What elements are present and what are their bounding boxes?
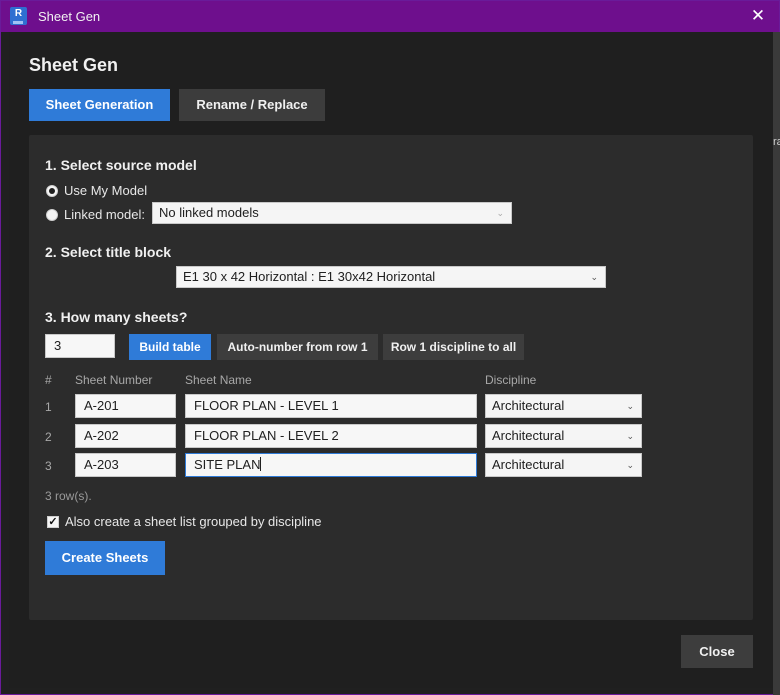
sheet-name-value: SITE PLAN	[194, 457, 261, 472]
discipline-select[interactable]: Architectural ⌄	[485, 424, 642, 448]
sheet-count-input[interactable]: 3	[45, 334, 115, 358]
sheet-name-input-focused[interactable]: SITE PLAN	[185, 453, 477, 477]
column-header-discipline: Discipline	[485, 373, 537, 387]
sheet-number-input[interactable]: A-201	[75, 394, 176, 418]
discipline-select-value: Architectural	[492, 457, 565, 472]
page-title: Sheet Gen	[29, 55, 119, 75]
row-count-label: 3 row(s).	[45, 489, 92, 503]
radio-linked-model[interactable]: Linked model:	[46, 207, 145, 222]
background-edge-text: ra	[773, 136, 780, 148]
column-header-num: #	[45, 373, 52, 387]
close-icon[interactable]: ✕	[749, 7, 767, 25]
create-sheets-button[interactable]: Create Sheets	[45, 541, 165, 575]
section-title-block-title: 2. Select title block	[45, 244, 172, 260]
row-number: 1	[45, 400, 52, 414]
radio-use-my-model[interactable]: Use My Model	[46, 183, 147, 198]
app-icon-underline	[13, 21, 23, 24]
chevron-down-icon: ⌄	[496, 208, 504, 218]
column-header-sheet-number: Sheet Number	[75, 373, 153, 387]
chevron-down-icon: ⌄	[626, 460, 634, 470]
title-block-select[interactable]: E1 30 x 42 Horizontal : E1 30x42 Horizon…	[176, 266, 606, 288]
window-title: Sheet Gen	[38, 9, 101, 24]
chevron-down-icon: ⌄	[590, 272, 598, 282]
chevron-down-icon: ⌄	[626, 431, 634, 441]
background-window-edge: ra	[773, 32, 780, 695]
radio-use-my-model-label: Use My Model	[64, 183, 148, 198]
sheet-number-input[interactable]: A-202	[75, 424, 176, 448]
radio-linked-model-label: Linked model:	[64, 207, 145, 222]
discipline-to-all-button[interactable]: Row 1 discipline to all	[383, 334, 524, 360]
sheet-name-input[interactable]: FLOOR PLAN - LEVEL 1	[185, 394, 477, 418]
row-number: 3	[45, 459, 52, 473]
revit-app-icon: R	[10, 7, 27, 25]
column-header-sheet-name: Sheet Name	[185, 373, 252, 387]
discipline-select-value: Architectural	[492, 428, 565, 443]
sheet-number-input[interactable]: A-203	[75, 453, 176, 477]
checkmark-icon[interactable]: ✓	[47, 515, 59, 528]
close-button[interactable]: Close	[681, 635, 753, 668]
title-block-select-value: E1 30 x 42 Horizontal : E1 30x42 Horizon…	[183, 269, 436, 284]
linked-model-select[interactable]: No linked models ⌄	[152, 202, 512, 224]
sheet-name-input[interactable]: FLOOR PLAN - LEVEL 2	[185, 424, 477, 448]
build-table-button[interactable]: Build table	[129, 334, 211, 360]
app-icon-letter: R	[14, 8, 23, 19]
sheet-list-option[interactable]: ✓ Also create a sheet list grouped by di…	[47, 514, 322, 529]
tab-sheet-generation[interactable]: Sheet Generation	[29, 89, 170, 121]
row-number: 2	[45, 430, 52, 444]
discipline-select-value: Architectural	[492, 398, 565, 413]
sheet-list-option-label: Also create a sheet list grouped by disc…	[65, 514, 322, 529]
discipline-select[interactable]: Architectural ⌄	[485, 453, 642, 477]
tab-rename-replace[interactable]: Rename / Replace	[179, 89, 325, 121]
title-bar[interactable]: R Sheet Gen ✕	[1, 1, 779, 32]
linked-model-select-value: No linked models	[159, 205, 259, 220]
chevron-down-icon: ⌄	[626, 401, 634, 411]
radio-unselected-icon[interactable]	[46, 208, 58, 221]
text-caret	[260, 457, 262, 471]
sheet-gen-window: R Sheet Gen ✕ ra Sheet Gen Sheet Generat…	[0, 0, 780, 695]
section-sheet-count-title: 3. How many sheets?	[45, 309, 188, 325]
section-source-model-title: 1. Select source model	[45, 157, 197, 173]
radio-selected-icon[interactable]	[46, 184, 58, 197]
discipline-select[interactable]: Architectural ⌄	[485, 394, 642, 418]
auto-number-button[interactable]: Auto-number from row 1	[217, 334, 378, 360]
